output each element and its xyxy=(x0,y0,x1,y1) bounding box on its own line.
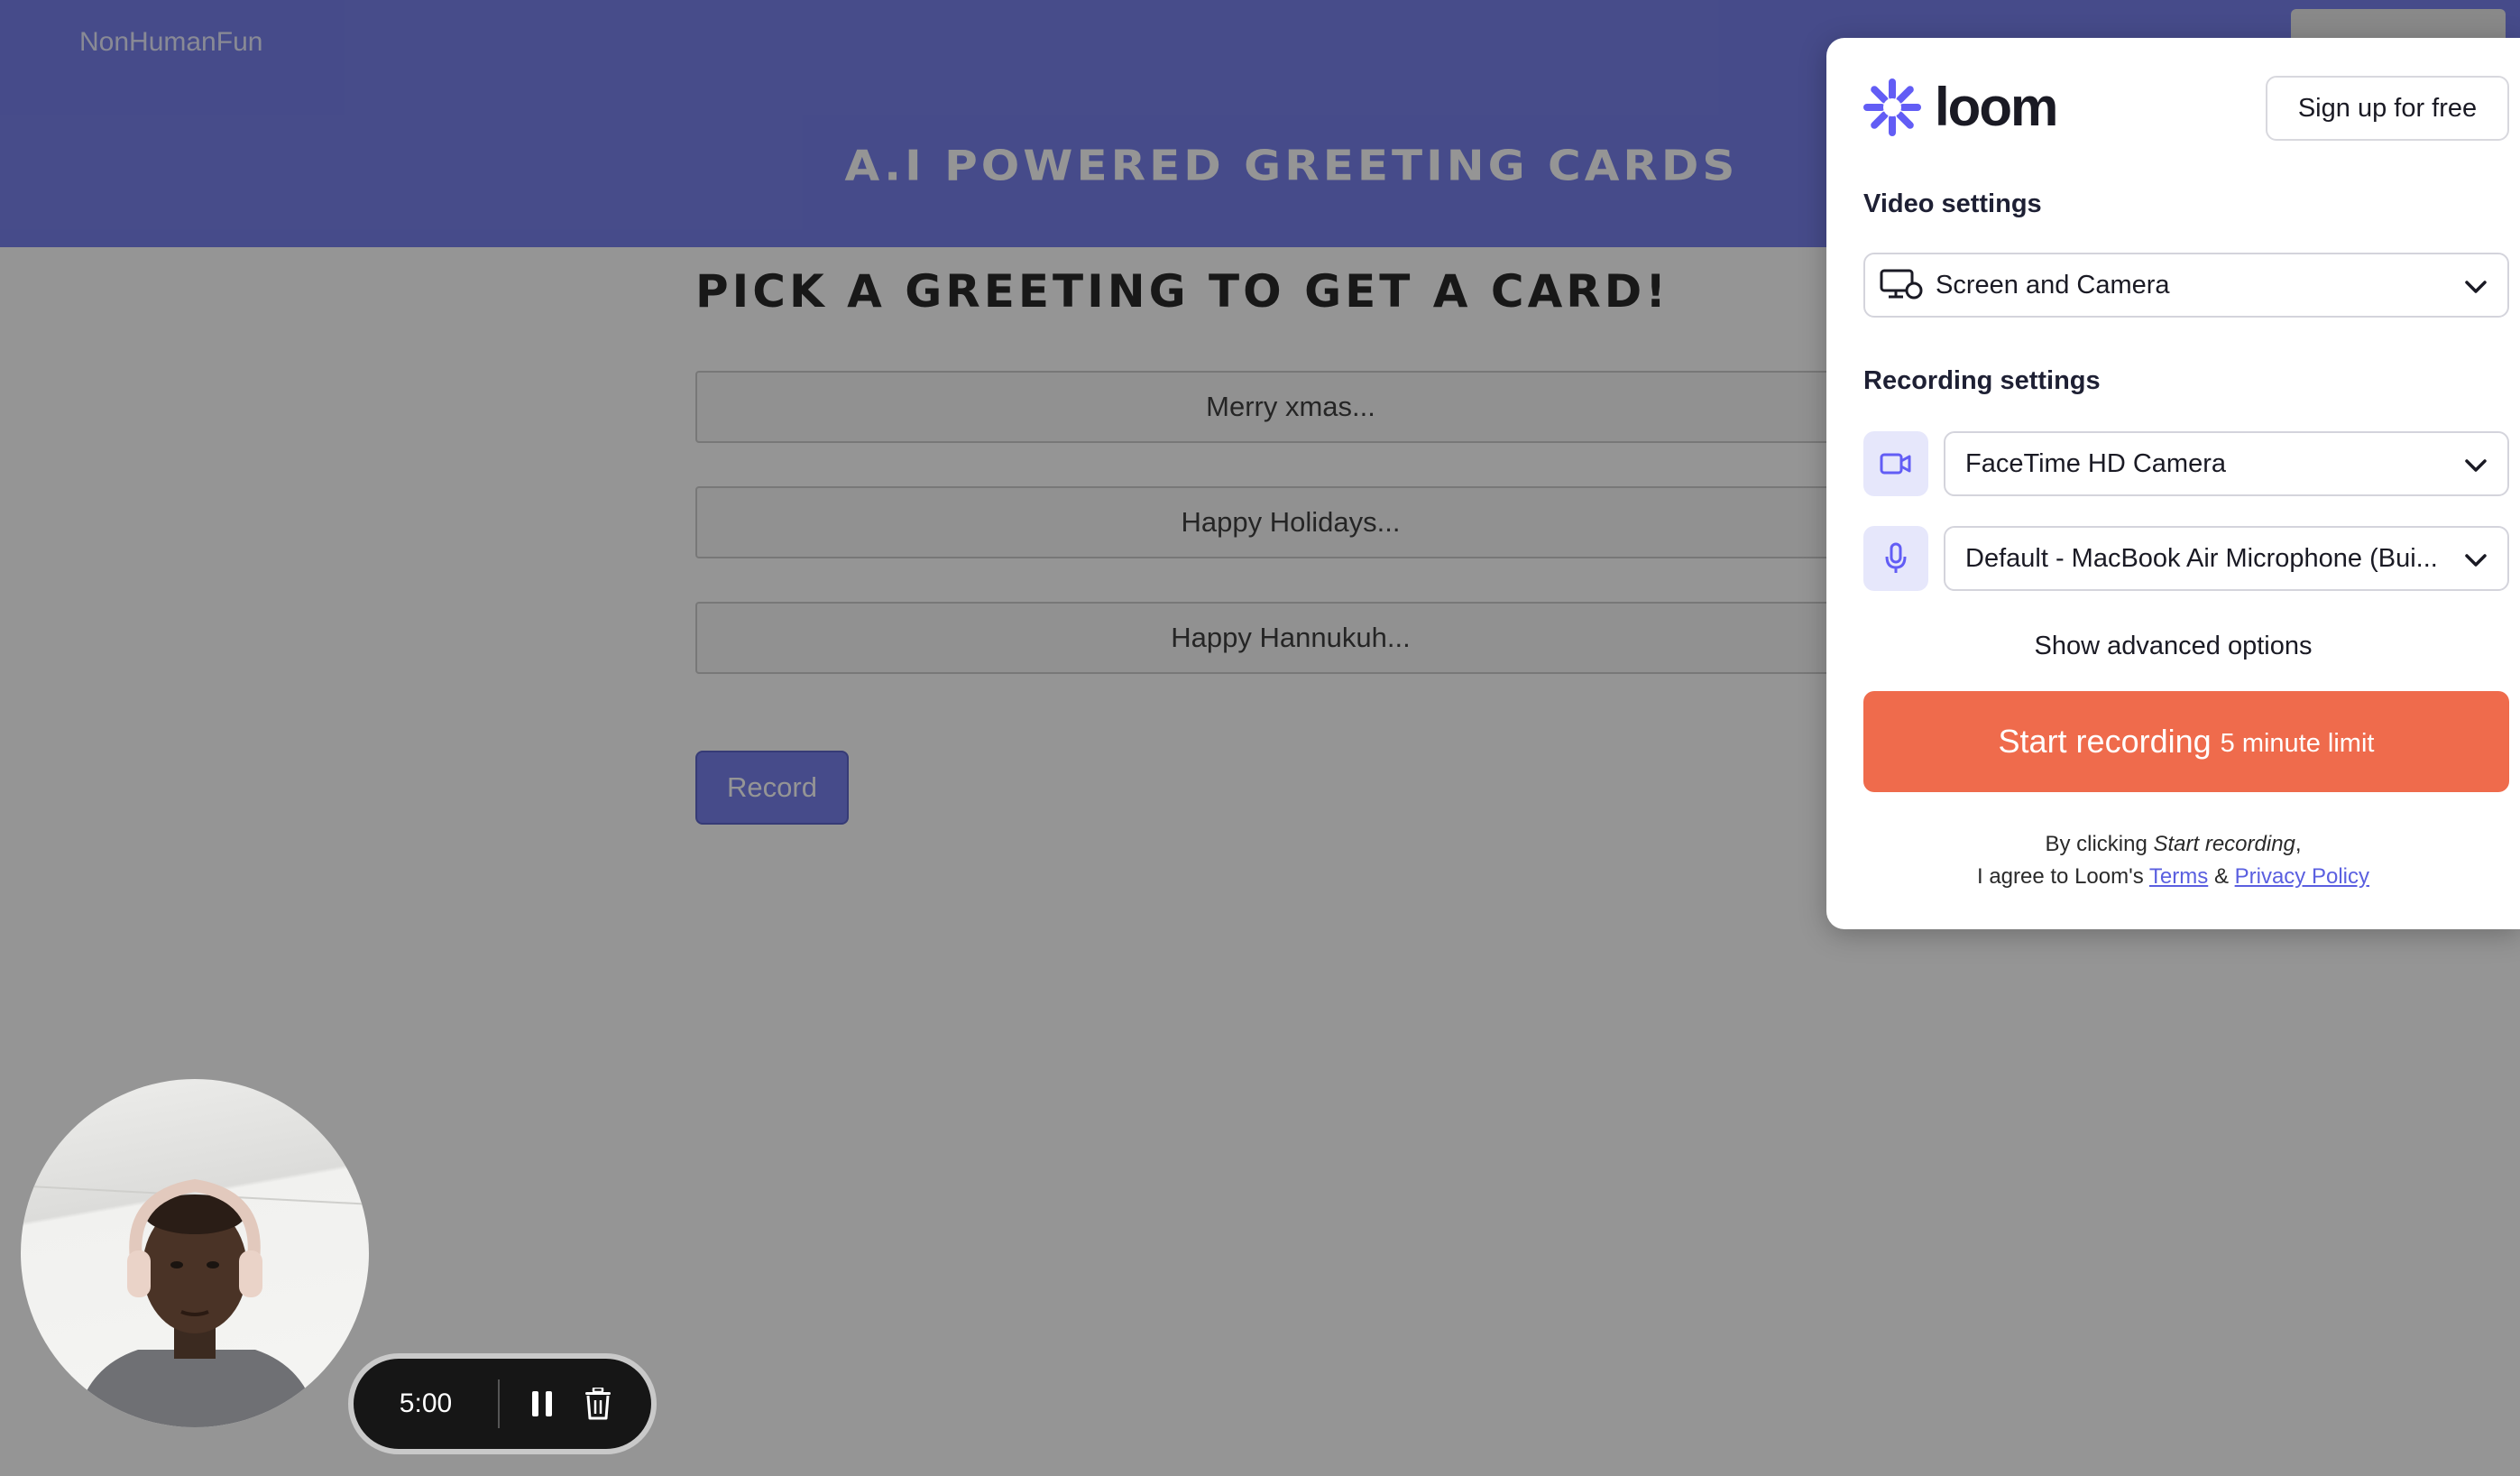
camera-preview-bubble[interactable] xyxy=(21,1079,369,1427)
legal-line2: I agree to Loom's xyxy=(1977,864,2149,889)
video-mode-select[interactable]: Screen and Camera xyxy=(1863,253,2509,318)
microphone-toggle[interactable] xyxy=(1863,526,1928,591)
microphone-icon xyxy=(1885,542,1907,573)
chevron-down-icon xyxy=(2465,281,2487,293)
controls-divider xyxy=(498,1379,500,1428)
chevron-down-icon xyxy=(2465,554,2487,567)
camera-value: FaceTime HD Camera xyxy=(1965,448,2226,478)
recording-controls: 5:00 xyxy=(348,1353,657,1454)
trash-icon[interactable] xyxy=(584,1388,612,1420)
legal-prefix: By clicking xyxy=(2045,832,2154,856)
video-settings-label: Video settings xyxy=(1863,189,2042,218)
terms-link[interactable]: Terms xyxy=(2149,864,2208,889)
camera-toggle[interactable] xyxy=(1863,431,1928,496)
start-recording-label: Start recording xyxy=(1998,723,2212,760)
person-silhouette xyxy=(75,1178,318,1427)
loom-wordmark: loom xyxy=(1935,77,2058,137)
privacy-policy-link[interactable]: Privacy Policy xyxy=(2235,864,2369,889)
legal-notice: By clicking Start recording, I agree to … xyxy=(1977,832,2369,889)
sign-up-button[interactable]: Sign up for free xyxy=(2266,76,2509,141)
legal-ampersand: & xyxy=(2213,864,2229,889)
pause-icon[interactable] xyxy=(532,1391,552,1416)
recording-timer: 5:00 xyxy=(399,1388,453,1418)
show-advanced-options-link[interactable]: Show advanced options xyxy=(1826,632,2520,661)
start-recording-button[interactable]: Start recording 5 minute limit xyxy=(1863,691,2509,792)
recording-settings-label: Recording settings xyxy=(1863,366,2101,395)
legal-emphasis: Start recording xyxy=(2153,832,2295,856)
loom-logo: loom xyxy=(1862,77,2058,137)
time-limit-label: 5 minute limit xyxy=(2220,728,2375,758)
chevron-down-icon xyxy=(2465,459,2487,472)
video-camera-icon xyxy=(1880,453,1911,475)
camera-select[interactable]: FaceTime HD Camera xyxy=(1944,431,2509,496)
loom-recorder-panel: loom Sign up for free Video settings Scr… xyxy=(1826,38,2520,929)
video-mode-value: Screen and Camera xyxy=(1936,270,2170,300)
microphone-select[interactable]: Default - MacBook Air Microphone (Bui... xyxy=(1944,526,2509,591)
screen-camera-icon xyxy=(1880,269,1923,300)
loom-starburst-icon xyxy=(1863,78,1921,136)
microphone-value: Default - MacBook Air Microphone (Bui... xyxy=(1965,543,2438,573)
